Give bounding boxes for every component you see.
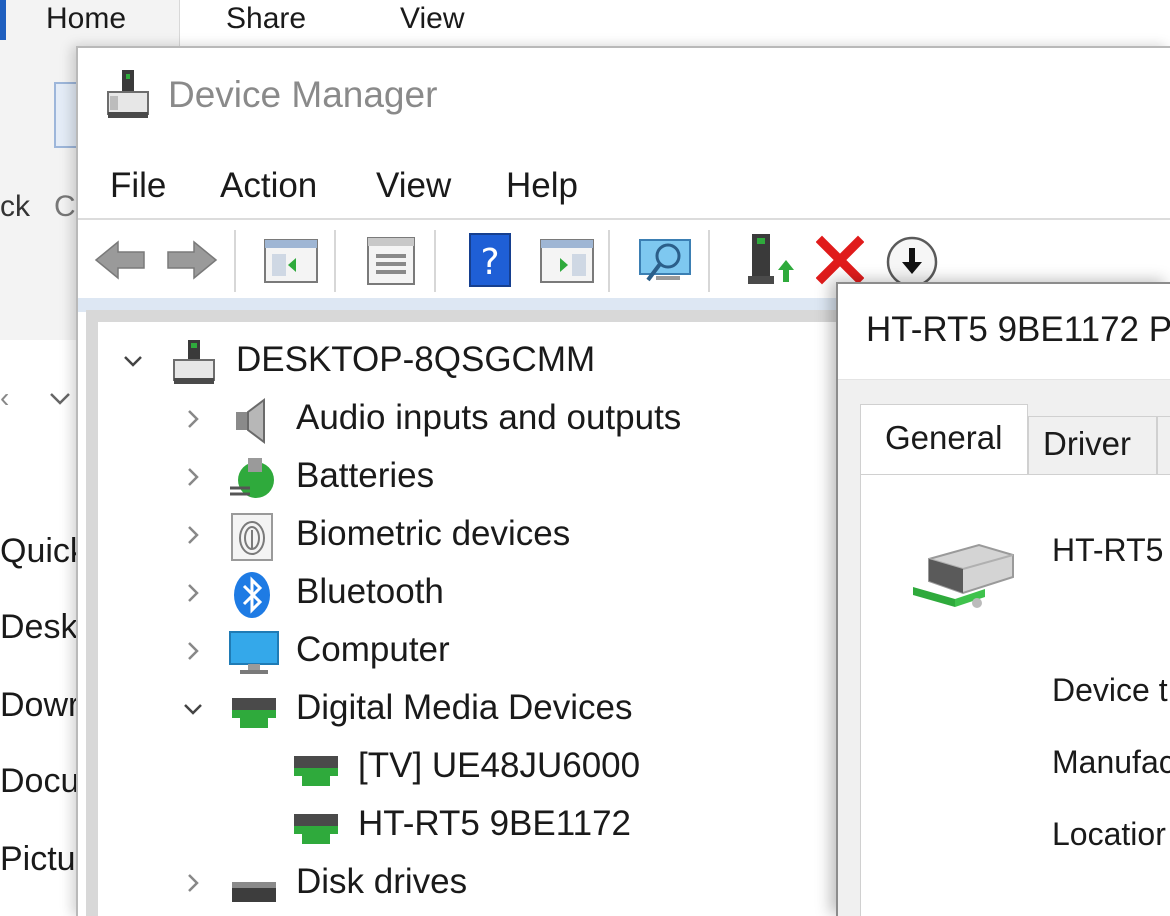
tree-item-label: [TV] UE48JU6000 (358, 746, 641, 785)
device-name-label: HT-RT5 (1052, 532, 1164, 568)
tree-item-label: Bluetooth (296, 572, 444, 611)
tree-item-bluetooth[interactable]: Bluetooth (178, 568, 818, 622)
tree-item-label: Audio inputs and outputs (296, 398, 682, 437)
svg-text:?: ? (480, 242, 499, 283)
chevron-right-icon[interactable] (180, 522, 206, 548)
toolbar-separator (434, 230, 436, 292)
tab-driver-label: Driver (1043, 425, 1131, 462)
sidebar-item-downloads[interactable]: Dowr (0, 686, 78, 725)
menu-bar: File Action View Help (78, 156, 1170, 216)
sidebar-item-quick-access[interactable]: Quick a (0, 532, 78, 571)
tab-general-label: General (885, 419, 1003, 456)
update-driver-icon[interactable] (744, 232, 794, 288)
menu-action[interactable]: Action (220, 166, 317, 206)
fingerprint-icon (231, 513, 273, 561)
tree-item-tv-device[interactable]: [TV] UE48JU6000 (290, 742, 830, 796)
chevron-right-icon[interactable] (180, 406, 206, 432)
chevron-right-icon[interactable] (180, 580, 206, 606)
tree-item-label: Computer (296, 630, 450, 669)
speaker-icon (236, 398, 265, 444)
menu-file[interactable]: File (110, 166, 166, 206)
disable-device-icon[interactable] (884, 232, 940, 288)
ribbon-tab-view[interactable]: View (400, 2, 464, 36)
help-icon[interactable]: ? (466, 232, 514, 288)
properties-titlebar[interactable]: HT-RT5 9BE1172 P (838, 284, 1170, 380)
media-device-icon (232, 698, 276, 728)
tree-item-digital-media[interactable]: Digital Media Devices (178, 684, 818, 738)
manufacturer-label: Manufac (1052, 744, 1170, 780)
media-device-icon (294, 756, 338, 786)
tree-item-label: Batteries (296, 456, 435, 495)
ribbon-tab-bar: Home Share View (0, 0, 1170, 52)
sidebar-item-desktop[interactable]: Desk (0, 608, 78, 647)
monitor-icon (229, 631, 279, 674)
scan-hardware-icon[interactable] (636, 232, 696, 288)
tree-item-audio[interactable]: Audio inputs and outputs (178, 394, 818, 448)
toolbar-separator (334, 230, 336, 292)
chevron-right-icon[interactable] (180, 464, 206, 490)
back-arrow-icon[interactable] (92, 232, 148, 288)
ribbon-label-c: C (54, 190, 76, 223)
chevron-right-icon[interactable] (180, 870, 206, 896)
ribbon-body: ck C (0, 40, 80, 340)
tree-item-ht-rt5-device[interactable]: HT-RT5 9BE1172 (290, 800, 830, 854)
menu-help[interactable]: Help (506, 166, 578, 206)
window-title: Device Manager (168, 74, 438, 115)
device-type-label: Device t (1052, 672, 1168, 708)
tab-driver[interactable]: Driver (1028, 416, 1158, 474)
toolbar-separator (608, 230, 610, 292)
toolbar-separator (234, 230, 236, 292)
tree-item-label: Digital Media Devices (296, 688, 633, 727)
ribbon-tab-share[interactable]: Share (226, 2, 306, 36)
properties-body: General Driver HT-RT5 Device t Manufac L… (838, 380, 1170, 916)
location-label: Locatior (1052, 816, 1166, 852)
tree-root[interactable]: DESKTOP-8QSGCMM (118, 336, 818, 390)
battery-icon (230, 458, 274, 498)
bluetooth-icon (234, 572, 270, 618)
nav-back-arrow-icon[interactable]: ‹ (0, 382, 9, 414)
chevron-down-icon[interactable] (120, 348, 146, 374)
media-device-icon (294, 814, 338, 844)
tree-item-computer[interactable]: Computer (178, 626, 818, 680)
sidebar-item-documents[interactable]: Docu (0, 762, 78, 801)
media-device-icon (913, 543, 1014, 608)
show-hide-console-tree-icon[interactable] (262, 232, 320, 288)
uninstall-device-icon[interactable] (816, 232, 864, 288)
ribbon-tab-home-label: Home (46, 2, 127, 35)
properties-icon[interactable] (364, 232, 418, 288)
tree-item-biometric[interactable]: Biometric devices (178, 510, 818, 564)
forward-arrow-icon[interactable] (164, 232, 220, 288)
device-manager-icon (107, 70, 149, 118)
chevron-down-icon[interactable] (46, 384, 74, 412)
tab-general[interactable]: General (860, 404, 1028, 474)
tree-item-disk-drives[interactable]: Disk drives (178, 858, 818, 912)
chevron-right-icon[interactable] (180, 638, 206, 664)
tree-root-label: DESKTOP-8QSGCMM (236, 340, 596, 379)
device-manager-titlebar[interactable]: Device Manager (78, 48, 1170, 144)
properties-title: HT-RT5 9BE1172 P (866, 310, 1170, 349)
chevron-down-icon[interactable] (180, 696, 206, 722)
tree-item-batteries[interactable]: Batteries (178, 452, 818, 506)
ribbon-label-back: ck (0, 190, 30, 223)
tree-item-label: Biometric devices (296, 514, 571, 553)
disk-drive-icon (232, 882, 276, 902)
tab-details[interactable] (1156, 416, 1170, 474)
menu-view[interactable]: View (376, 166, 451, 206)
tree-item-label: Disk drives (296, 862, 468, 901)
action-pane-icon[interactable] (538, 232, 596, 288)
tree-item-label: HT-RT5 9BE1172 (358, 804, 632, 843)
sidebar-item-pictures[interactable]: Pictu (0, 840, 78, 879)
computer-root-icon (173, 340, 215, 384)
device-properties-dialog: HT-RT5 9BE1172 P General Driver HT-RT5 D… (836, 282, 1170, 916)
toolbar-separator (708, 230, 710, 292)
